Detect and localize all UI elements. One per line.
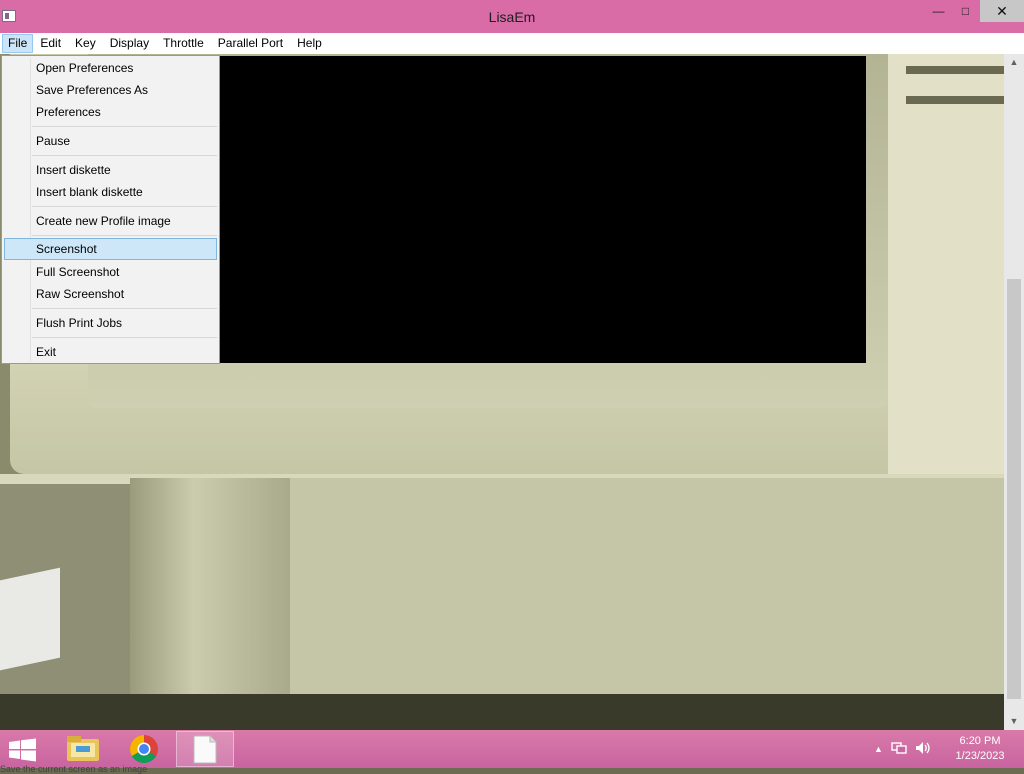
- cable: [0, 567, 60, 671]
- maximize-button[interactable]: □: [949, 0, 982, 22]
- menu-item-insert-diskette[interactable]: Insert diskette: [4, 159, 217, 181]
- vent-slot: [906, 66, 1004, 74]
- lisa-side-panel: [888, 54, 1004, 474]
- windows-start-icon[interactable]: [8, 738, 38, 762]
- file-explorer-icon: [67, 736, 99, 761]
- menu-separator: [32, 235, 217, 236]
- menu-item-preferences[interactable]: Preferences: [4, 101, 217, 123]
- file-menu-dropdown: Open Preferences Save Preferences As Pre…: [1, 55, 220, 364]
- show-hidden-icons-icon[interactable]: ▲: [874, 744, 883, 754]
- chrome-icon: [130, 735, 158, 763]
- title-bar: LisaEm — □ ✕: [0, 0, 1024, 33]
- menu-separator: [32, 206, 217, 207]
- menu-item-full-screenshot[interactable]: Full Screenshot: [4, 261, 217, 283]
- menu-item-raw-screenshot[interactable]: Raw Screenshot: [4, 283, 217, 305]
- close-icon: ✕: [996, 2, 1008, 19]
- scroll-up-arrow-icon[interactable]: ▲: [1004, 54, 1024, 71]
- menu-bar: File Edit Key Display Throttle Parallel …: [0, 33, 1024, 54]
- vent-slot: [906, 96, 1004, 104]
- menu-item-insert-blank-diskette[interactable]: Insert blank diskette: [4, 181, 217, 203]
- lisa-base: [290, 478, 1004, 698]
- clock-time: 6:20 PM: [959, 735, 1001, 747]
- menu-item-create-profile-image[interactable]: Create new Profile image: [4, 210, 217, 232]
- network-icon[interactable]: [891, 741, 907, 758]
- menu-parallel-port[interactable]: Parallel Port: [211, 34, 290, 53]
- status-text: Save the current screen as an image: [0, 764, 148, 774]
- close-button[interactable]: ✕: [980, 0, 1024, 22]
- menu-display[interactable]: Display: [103, 34, 156, 53]
- taskbar-clock[interactable]: 6:20 PM 1/23/2023: [950, 734, 1010, 764]
- menu-item-save-preferences-as[interactable]: Save Preferences As: [4, 79, 217, 101]
- menu-item-flush-print-jobs[interactable]: Flush Print Jobs: [4, 312, 217, 334]
- menu-item-screenshot[interactable]: Screenshot: [4, 238, 217, 260]
- vertical-scrollbar[interactable]: ▲ ▼: [1004, 54, 1024, 730]
- menu-separator: [32, 155, 217, 156]
- window-title: LisaEm: [488, 9, 536, 25]
- menu-throttle[interactable]: Throttle: [156, 34, 211, 53]
- menu-item-pause[interactable]: Pause: [4, 130, 217, 152]
- menu-file[interactable]: File: [2, 34, 34, 53]
- chrome-button[interactable]: [115, 731, 173, 767]
- lisa-screen[interactable]: [220, 56, 866, 363]
- lisa-pedestal: [130, 478, 290, 728]
- menu-edit[interactable]: Edit: [33, 34, 68, 53]
- floor-shadow: [0, 694, 1004, 730]
- volume-icon[interactable]: [915, 741, 931, 758]
- scrollbar-thumb[interactable]: [1007, 279, 1021, 699]
- menu-separator: [32, 126, 217, 127]
- menu-separator: [32, 337, 217, 338]
- maximize-icon: □: [961, 4, 970, 18]
- document-app-button[interactable]: [176, 731, 234, 767]
- document-icon: [193, 735, 217, 764]
- menu-help[interactable]: Help: [290, 34, 329, 53]
- menu-separator: [32, 308, 217, 309]
- system-tray: ▲: [874, 736, 931, 762]
- menu-item-open-preferences[interactable]: Open Preferences: [4, 57, 217, 79]
- menu-key[interactable]: Key: [68, 34, 103, 53]
- clock-date: 1/23/2023: [955, 750, 1005, 762]
- file-explorer-button[interactable]: [54, 731, 112, 767]
- menu-item-exit[interactable]: Exit: [4, 341, 217, 363]
- scroll-down-arrow-icon[interactable]: ▼: [1004, 713, 1024, 730]
- taskbar: ▲ 6:20 PM 1/23/2023: [0, 730, 1024, 768]
- minimize-icon: —: [932, 4, 945, 18]
